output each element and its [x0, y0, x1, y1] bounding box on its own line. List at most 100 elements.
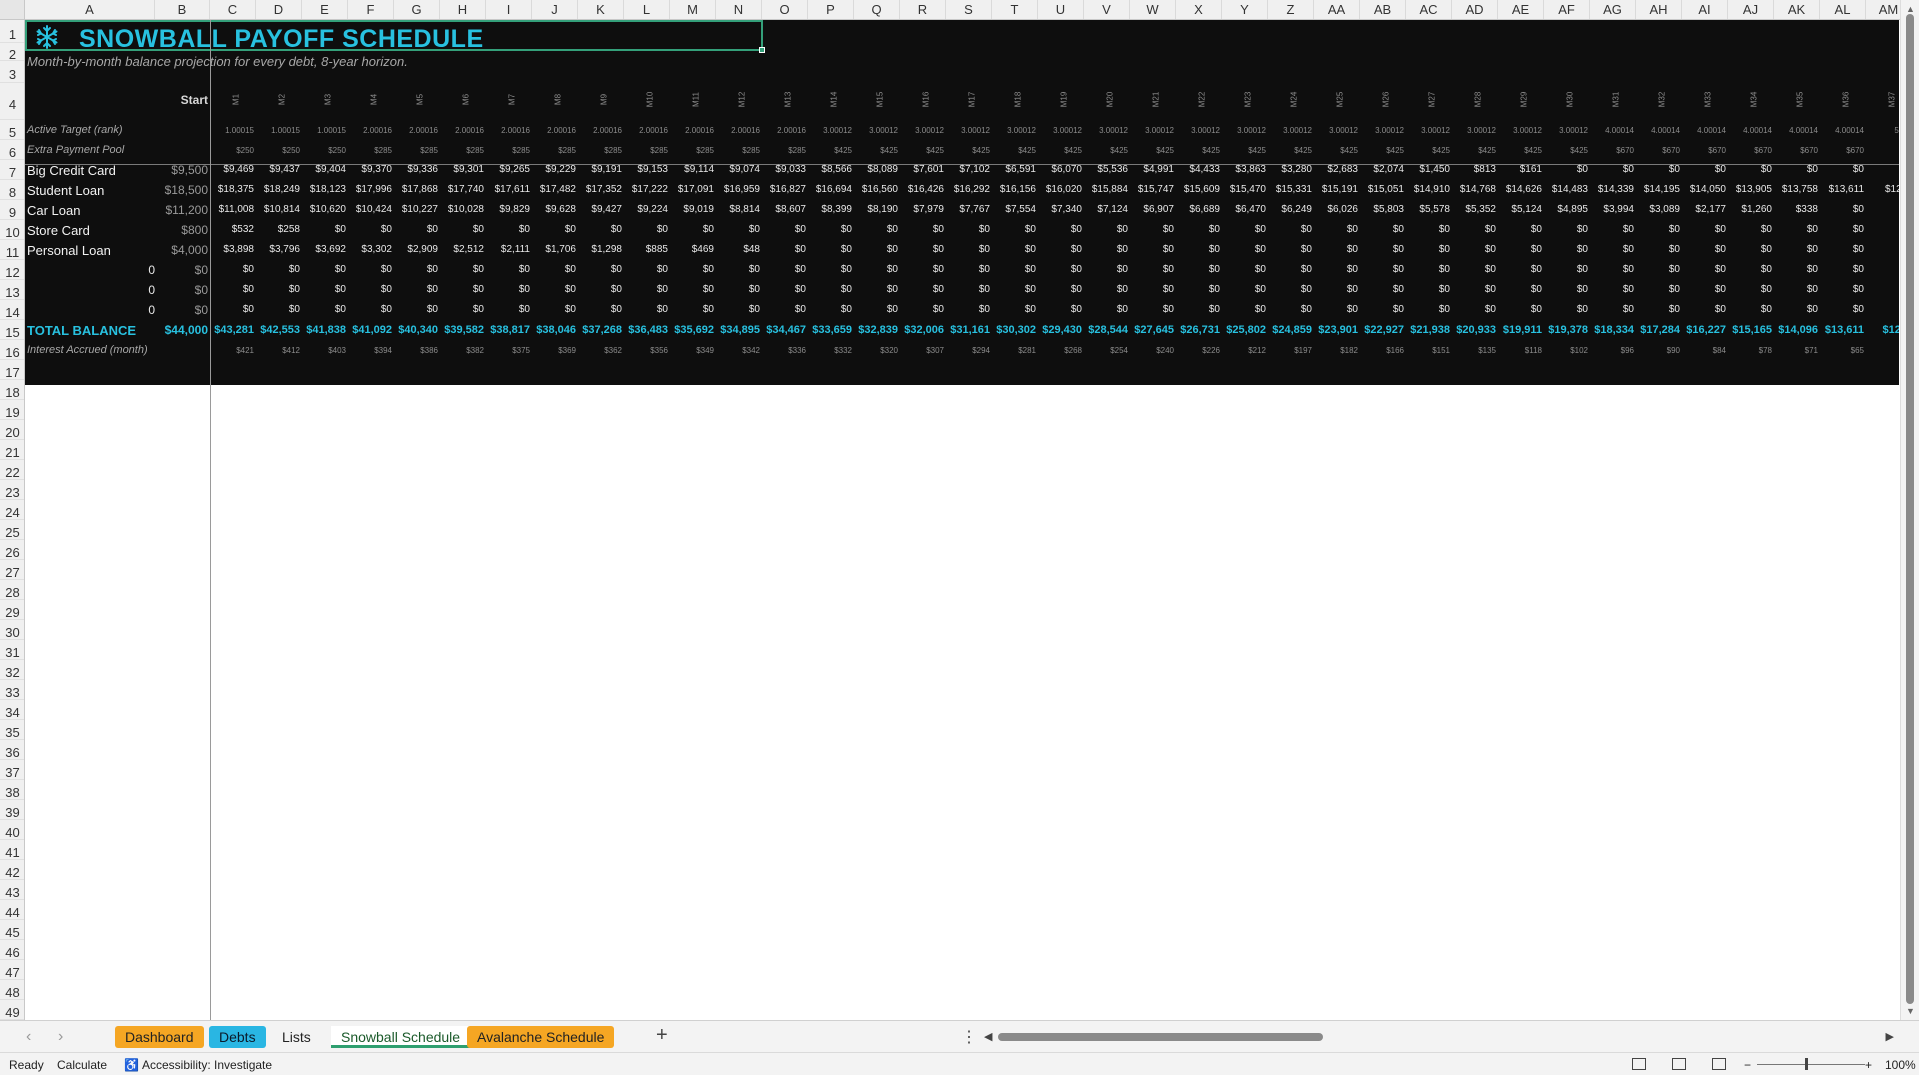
schedule-cell[interactable]: $2,177	[1682, 204, 1726, 215]
schedule-cell[interactable]: $0	[1820, 304, 1864, 315]
zoom-in-button[interactable]: +	[1865, 1058, 1872, 1072]
schedule-cell[interactable]: $0	[1176, 284, 1220, 295]
schedule-cell[interactable]: $425	[992, 146, 1036, 155]
schedule-cell[interactable]: $0	[670, 264, 714, 275]
schedule-cell[interactable]: $386	[394, 346, 438, 355]
vertical-scroll-thumb[interactable]	[1906, 14, 1914, 1004]
schedule-cell[interactable]: $9,336	[394, 164, 438, 175]
schedule-cell[interactable]: $0	[1314, 244, 1358, 255]
schedule-cell[interactable]: $15,331	[1268, 184, 1312, 195]
schedule-cell[interactable]: $14,626	[1498, 184, 1542, 195]
schedule-cell[interactable]: $0	[440, 304, 484, 315]
schedule-cell[interactable]: $425	[1452, 146, 1496, 155]
schedule-cell[interactable]: $18,123	[302, 184, 346, 195]
schedule-cell[interactable]: $0	[1774, 304, 1818, 315]
debt-name-cell[interactable]: 0	[95, 263, 155, 277]
schedule-cell[interactable]: $670	[1590, 146, 1634, 155]
row-header-27[interactable]: 27	[0, 560, 24, 580]
schedule-cell[interactable]: $0	[302, 284, 346, 295]
sheet-tab-snowball-schedule[interactable]: Snowball Schedule	[331, 1026, 471, 1048]
scroll-up-icon[interactable]: ▲	[1906, 4, 1915, 14]
schedule-cell[interactable]: $0	[854, 224, 898, 235]
schedule-cell[interactable]: 3.00012	[1452, 126, 1496, 135]
schedule-cell[interactable]: $0	[854, 304, 898, 315]
schedule-cell[interactable]: $9,224	[624, 204, 668, 215]
schedule-cell[interactable]: $9,370	[348, 164, 392, 175]
schedule-cell[interactable]: 3.00012	[1130, 126, 1174, 135]
schedule-cell[interactable]: 4.00014	[1774, 126, 1818, 135]
schedule-cell[interactable]: $0	[1636, 164, 1680, 175]
schedule-cell[interactable]: $0	[900, 244, 944, 255]
column-header-x[interactable]: X	[1176, 0, 1222, 19]
schedule-cell[interactable]: $425	[808, 146, 852, 155]
column-header-a[interactable]: A	[25, 0, 155, 19]
schedule-cell[interactable]: $425	[1084, 146, 1128, 155]
schedule-cell[interactable]: $356	[624, 346, 668, 355]
schedule-cell[interactable]: $9,191	[578, 164, 622, 175]
row-header-7[interactable]: 7	[0, 160, 24, 180]
column-header-b[interactable]: B	[155, 0, 210, 19]
schedule-cell[interactable]: $0	[1084, 244, 1128, 255]
row-header-13[interactable]: 13	[0, 280, 24, 300]
schedule-cell[interactable]: $1,298	[578, 244, 622, 255]
schedule-cell[interactable]: $15,165	[1728, 324, 1772, 336]
schedule-cell[interactable]: $0	[256, 304, 300, 315]
accessibility-icon[interactable]: ♿	[124, 1058, 139, 1072]
column-header-ak[interactable]: AK	[1774, 0, 1820, 19]
schedule-cell[interactable]: $7,767	[946, 204, 990, 215]
schedule-cell[interactable]: $0	[1636, 264, 1680, 275]
schedule-cell[interactable]: $0	[1084, 264, 1128, 275]
page-break-view-icon[interactable]	[1712, 1058, 1726, 1070]
schedule-cell[interactable]: $885	[624, 244, 668, 255]
schedule-cell[interactable]: $11,008	[210, 204, 254, 215]
schedule-cell[interactable]: $0	[1038, 264, 1082, 275]
schedule-cell[interactable]: $0	[532, 284, 576, 295]
schedule-cell[interactable]: $0	[578, 304, 622, 315]
column-header-am[interactable]: AM	[1866, 0, 1900, 19]
schedule-cell[interactable]: $33,659	[808, 324, 852, 336]
schedule-cell[interactable]: $38,046	[532, 324, 576, 336]
schedule-cell[interactable]: $425	[1360, 146, 1404, 155]
schedule-cell[interactable]: $212	[1222, 346, 1266, 355]
schedule-cell[interactable]: $0	[532, 304, 576, 315]
row-header-15[interactable]: 15	[0, 320, 24, 340]
row-header-8[interactable]: 8	[0, 180, 24, 200]
schedule-cell[interactable]: $0	[992, 244, 1036, 255]
schedule-cell[interactable]: $0	[1314, 264, 1358, 275]
schedule-cell[interactable]: $26,731	[1176, 324, 1220, 336]
schedule-cell[interactable]: $0	[1452, 224, 1496, 235]
schedule-cell[interactable]: $2,512	[440, 244, 484, 255]
schedule-cell[interactable]: $9,265	[486, 164, 530, 175]
schedule-cell[interactable]: $28,544	[1084, 324, 1128, 336]
row-header-47[interactable]: 47	[0, 960, 24, 980]
column-header-i[interactable]: I	[486, 0, 532, 19]
schedule-cell[interactable]: $0	[1406, 264, 1450, 275]
schedule-cell[interactable]: $15,191	[1314, 184, 1358, 195]
schedule-cell[interactable]: $0	[1038, 224, 1082, 235]
schedule-cell[interactable]: $281	[992, 346, 1036, 355]
schedule-cell[interactable]: $0	[992, 304, 1036, 315]
schedule-cell[interactable]: $14,096	[1774, 324, 1818, 336]
schedule-cell[interactable]: $19,378	[1544, 324, 1588, 336]
schedule-cell[interactable]: $0	[854, 284, 898, 295]
schedule-cell[interactable]: $0	[1636, 304, 1680, 315]
schedule-cell[interactable]: $16,694	[808, 184, 852, 195]
column-header-v[interactable]: V	[1084, 0, 1130, 19]
debt-name-cell[interactable]: 0	[95, 283, 155, 297]
horizontal-scroll-thumb[interactable]	[998, 1033, 1323, 1041]
schedule-cell[interactable]: $10,620	[302, 204, 346, 215]
row-header-49[interactable]: 49	[0, 1000, 24, 1020]
column-header-z[interactable]: Z	[1268, 0, 1314, 19]
column-header-d[interactable]: D	[256, 0, 302, 19]
schedule-cell[interactable]: $0	[486, 224, 530, 235]
schedule-cell[interactable]: $23,901	[1314, 324, 1358, 336]
scroll-down-icon[interactable]: ▼	[1906, 1006, 1915, 1016]
schedule-cell[interactable]: $34,895	[716, 324, 760, 336]
schedule-cell[interactable]: $0	[1728, 264, 1772, 275]
schedule-cell[interactable]: $268	[1038, 346, 1082, 355]
schedule-cell[interactable]: $4,433	[1176, 164, 1220, 175]
schedule-cell[interactable]: $32,839	[854, 324, 898, 336]
schedule-cell[interactable]: $0	[1544, 304, 1588, 315]
schedule-cell[interactable]: $285	[578, 146, 622, 155]
schedule-cell[interactable]: $0	[1636, 284, 1680, 295]
